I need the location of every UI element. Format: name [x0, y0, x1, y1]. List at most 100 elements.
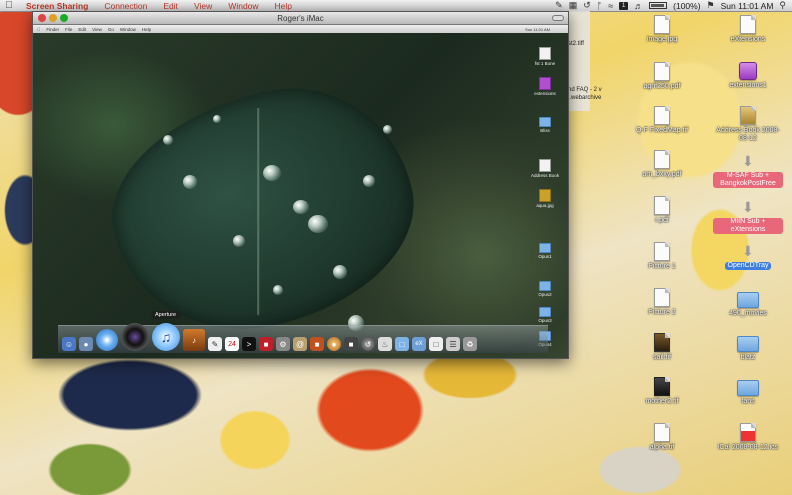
window-titlebar[interactable]: Roger's iMac	[33, 12, 568, 25]
spaces-icon[interactable]: ▦	[569, 0, 578, 11]
toolbar-toggle-button[interactable]	[552, 15, 564, 21]
system-prefs-dock-icon[interactable]: ⚙	[276, 337, 290, 351]
remote-folder-icon	[539, 307, 551, 317]
stack-dock-icon[interactable]: ☰	[446, 337, 460, 351]
safari-dock-icon[interactable]: ✦	[96, 329, 118, 351]
terminal-dock-icon[interactable]: >	[242, 337, 256, 351]
remote-desktop-icon[interactable]: Opus1	[531, 243, 559, 259]
bluetooth-icon[interactable]: ᚩ	[597, 1, 602, 11]
water-drop	[293, 200, 309, 214]
extensions-dock-icon[interactable]: eX	[412, 337, 426, 351]
desktop-icon[interactable]: tans	[713, 380, 783, 406]
water-drop	[263, 165, 281, 181]
app-red-dock-icon[interactable]: ■	[259, 337, 273, 351]
textedit-dock-icon[interactable]: ✎	[208, 337, 222, 351]
apple-menu-icon[interactable]: 	[0, 0, 18, 11]
bg-window-text-2: nd FAQ - 2 v	[568, 87, 602, 93]
remote-desktop-icon[interactable]: Address Book	[531, 159, 559, 178]
desktop-icon[interactable]: iCal 2008-08-12.ics	[713, 423, 783, 452]
addressbook-dock-icon[interactable]: @	[293, 337, 307, 351]
desktop-icon[interactable]: alpha.tif	[627, 423, 697, 452]
wifi-icon[interactable]: ≈	[608, 1, 613, 11]
script-menu-icon[interactable]: ✎	[555, 0, 563, 11]
desktop-icon[interactable]: extensions1	[713, 62, 783, 90]
finder-dock-icon[interactable]: ☺	[62, 337, 76, 351]
remote-desktop-icon[interactable]: Opus2	[531, 281, 559, 297]
spaces-number-icon[interactable]: 1	[619, 1, 629, 10]
photobooth-dock-icon[interactable]: ■	[310, 337, 324, 351]
remote-dock[interactable]: ☺ ● ✦ ♫ ♪ ✎ 24 > ■ ⚙ @ ■ ● ■ ↺ ♨ □ eX □ …	[58, 323, 548, 353]
remote-menu-help[interactable]: Help	[142, 27, 151, 32]
menu-edit[interactable]: Edit	[155, 1, 186, 11]
remote-image-icon	[539, 189, 551, 202]
remote-folder-icon	[539, 243, 551, 253]
timemachine-dock-icon[interactable]: ↺	[361, 337, 375, 351]
menu-app-name[interactable]: Screen Sharing	[18, 1, 96, 11]
menu-connection[interactable]: Connection	[96, 1, 155, 11]
desktop-icon[interactable]: Picture 1	[627, 242, 697, 271]
tiff-image-icon	[654, 377, 670, 396]
water-drop	[333, 265, 347, 279]
remote-clock[interactable]: Sun 11:01 AM	[525, 27, 568, 32]
folder-dock-icon[interactable]: □	[395, 337, 409, 351]
desktop-icon[interactable]: 490_movies	[713, 292, 783, 318]
trash-dock-icon[interactable]: ♻	[463, 337, 477, 351]
remote-desktop-icon[interactable]: Bliss	[531, 117, 559, 133]
remote-doc-icon	[539, 47, 551, 60]
desktop-icon[interactable]: blatz	[713, 336, 783, 362]
remote-menu-finder[interactable]: Finder	[46, 27, 59, 32]
document-dock-icon[interactable]: □	[429, 337, 443, 351]
desktop-icon[interactable]: sail.tif	[627, 333, 697, 362]
water-drop	[233, 235, 245, 247]
menu-window[interactable]: Window	[220, 1, 266, 11]
screen-sharing-window[interactable]: Roger's iMac  Finder File Edit View Go …	[32, 11, 569, 359]
remote-menu-bar[interactable]:  Finder File Edit View Go Window Help S…	[33, 25, 568, 33]
remote-desktop-icon[interactable]: fst 1 Bone	[531, 47, 559, 66]
preview-dock-icon[interactable]: ●	[79, 337, 93, 351]
app-dock-icon[interactable]: ■	[344, 337, 358, 351]
desktop-icon[interactable]: Picture 2	[627, 288, 697, 317]
aperture-dock-icon[interactable]	[121, 323, 149, 351]
remote-screen-view[interactable]:  Finder File Edit View Go Window Help S…	[33, 25, 568, 358]
pdf-document-icon	[654, 150, 670, 169]
bg-window-text-3: l.webarchive	[568, 95, 602, 101]
battery-percent: (100%)	[673, 0, 701, 11]
garageband-dock-icon[interactable]: ♪	[183, 329, 205, 351]
flag-icon[interactable]: ⚑	[707, 0, 715, 11]
desktop-icon[interactable]: am_bxxy.pdf	[627, 150, 697, 179]
document-icon	[654, 15, 670, 34]
remote-menu-view[interactable]: View	[92, 27, 102, 32]
desktop-icon[interactable]: ⬇ M-SAF Sub + BangkokPostFree	[713, 152, 783, 188]
desktop-icon[interactable]: eXtensions	[713, 15, 783, 44]
docs-dock-icon[interactable]: ♨	[378, 337, 392, 351]
remote-desktop-icon[interactable]: Opus3	[531, 307, 559, 323]
itunes-dock-icon[interactable]: ♫	[152, 323, 180, 351]
menu-clock[interactable]: Sun 11:01 AM	[721, 1, 774, 11]
remote-desktop-icon[interactable]: aqua.jpg	[531, 189, 559, 208]
desktop-icon[interactable]: Address Book 2008-08-12	[713, 106, 783, 143]
menu-view[interactable]: View	[186, 1, 220, 11]
desktop-icon[interactable]: ⬇ OpenCDTray	[713, 242, 783, 270]
desktop-icon[interactable]: mother2.tif	[627, 377, 697, 406]
volume-icon[interactable]: ♬	[634, 1, 643, 11]
remote-menu-file[interactable]: File	[65, 27, 72, 32]
firefox-dock-icon[interactable]: ●	[327, 337, 341, 351]
timemachine-icon[interactable]: ↺	[583, 0, 591, 11]
remote-menu-edit[interactable]: Edit	[78, 27, 86, 32]
remote-menu-window[interactable]: Window	[120, 27, 136, 32]
ical-dock-icon[interactable]: 24	[225, 337, 239, 351]
spotlight-icon[interactable]: ⚲	[779, 0, 786, 11]
remote-apple-icon[interactable]: 	[37, 27, 40, 32]
remote-desktop-icon[interactable]: extensions	[531, 77, 559, 96]
water-drop	[273, 285, 283, 295]
tiff-image-icon	[654, 333, 670, 352]
remote-menu-go[interactable]: Go	[108, 27, 114, 32]
remote-extensions-icon	[539, 77, 551, 90]
desktop-icon[interactable]: ⬇ MIIN Sub + eXtensions	[713, 198, 783, 234]
desktop-icon[interactable]: agrif250.pdf	[627, 62, 697, 91]
desktop-icon[interactable]: r.pdf	[627, 196, 697, 225]
desktop-icon[interactable]: image.jpg	[627, 15, 697, 44]
desktop-icon[interactable]: Q-F FixedMap.tif	[627, 106, 697, 135]
battery-icon[interactable]	[649, 2, 668, 9]
menu-help[interactable]: Help	[267, 1, 300, 11]
